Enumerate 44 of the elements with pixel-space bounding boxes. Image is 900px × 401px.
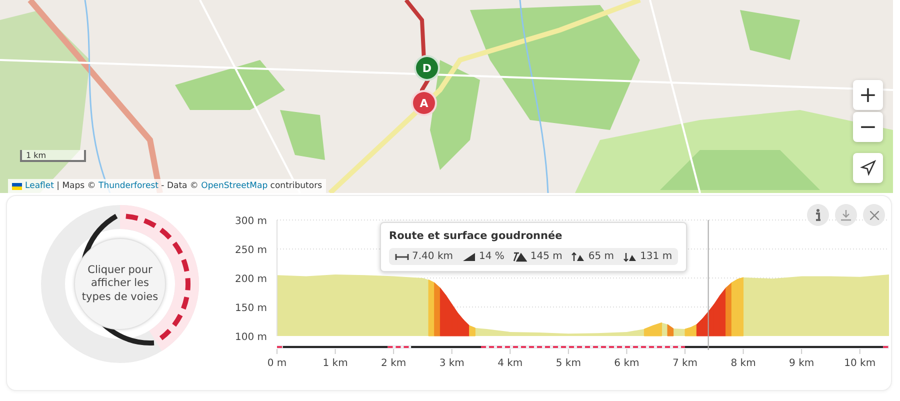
close-button[interactable] [863, 204, 885, 226]
download-icon [841, 210, 851, 220]
ascent-icon [571, 252, 586, 262]
y-axis-label: 250 m [234, 245, 267, 256]
stat-value: 131 m [640, 251, 672, 262]
attribution-link[interactable]: Leaflet [25, 181, 54, 191]
y-axis-label: 150 m [234, 303, 267, 314]
x-axis-label: 7 km [672, 358, 698, 369]
x-axis-label: 0 m [267, 358, 287, 369]
x-axis-label: 9 km [789, 358, 814, 369]
info-button[interactable] [807, 204, 829, 226]
attribution-link[interactable]: OpenStreetMap [201, 181, 268, 191]
x-axis-label: 1 km [322, 358, 348, 369]
descent-icon [623, 252, 638, 262]
stat-value: 7.40 km [412, 251, 453, 262]
tooltip-title: Route et surface goudronnée [389, 230, 564, 242]
y-axis-label: 100 m [234, 332, 267, 343]
download-button[interactable] [835, 204, 857, 226]
y-axis-label: 300 m [234, 216, 267, 227]
zoom-in-button[interactable]: + [853, 80, 883, 110]
distance-icon [395, 252, 409, 262]
stat-value: 65 m [588, 251, 614, 262]
stat-value: 14 % [478, 251, 504, 262]
zoom-out-button[interactable]: − [853, 112, 883, 142]
road-types-button[interactable]: Cliquer pour afficher les types de voies [74, 238, 166, 330]
slope-icon [462, 252, 476, 262]
x-axis-label: 8 km [730, 358, 756, 369]
map-scale: 1 km [20, 150, 86, 162]
stat-value: 145 m [530, 251, 562, 262]
y-axis-label: 200 m [234, 274, 267, 285]
x-axis-label: 3 km [439, 358, 464, 369]
x-axis-label: 4 km [498, 358, 523, 369]
x-axis-label: 2 km [381, 358, 406, 369]
mountain-peak-icon [513, 252, 528, 262]
close-icon [870, 210, 878, 220]
x-axis-label: 6 km [614, 358, 640, 369]
info-icon [815, 209, 821, 221]
navigation-arrow-icon [860, 160, 876, 176]
attribution-text: Leaflet | Maps © Thunderforest - Data © OpenStreetMap contributors [25, 181, 322, 191]
locate-button[interactable] [853, 153, 883, 183]
x-axis-label: 5 km [556, 358, 581, 369]
flag-icon [12, 182, 22, 190]
attribution-link[interactable]: Thunderforest [98, 181, 158, 191]
x-axis-label: 10 km [844, 358, 876, 369]
